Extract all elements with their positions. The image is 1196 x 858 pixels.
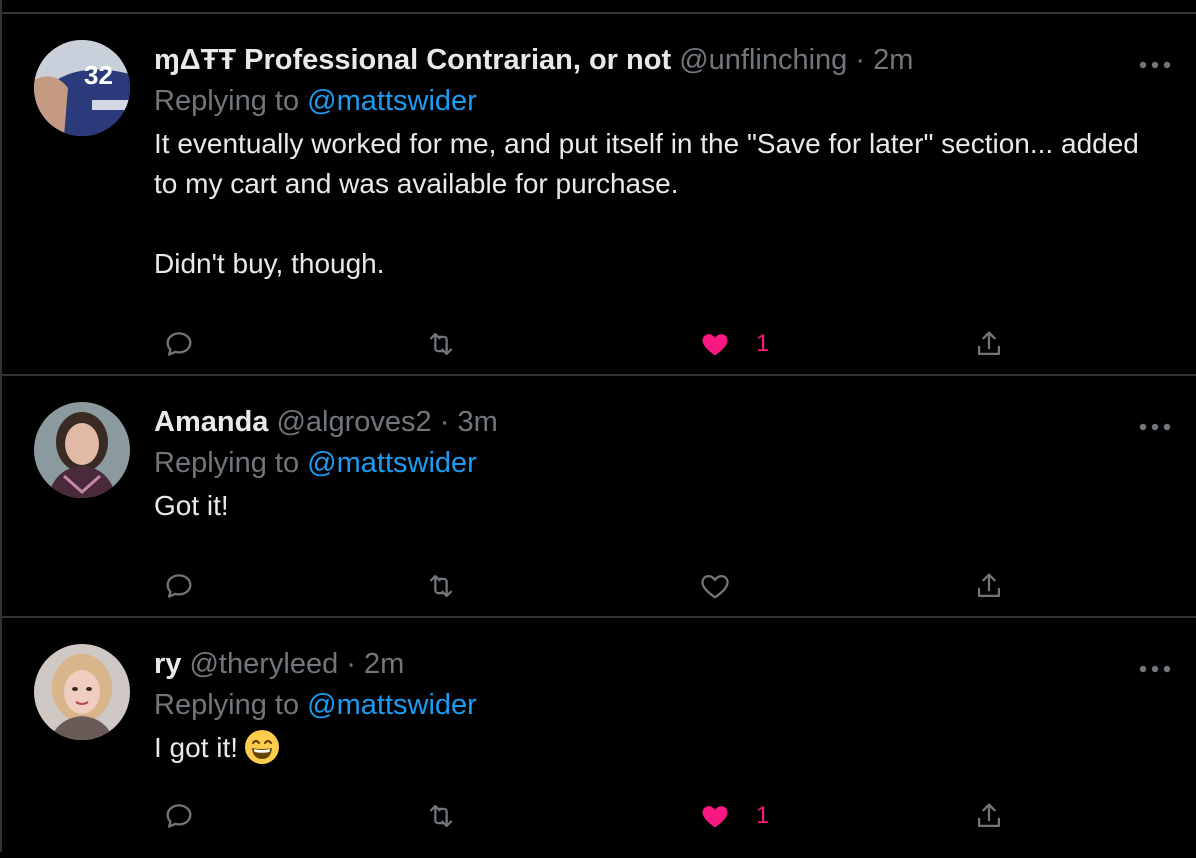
tweet-text: It eventually worked for me, and put its… — [154, 128, 1139, 279]
share-icon — [977, 803, 1001, 828]
share-button[interactable] — [972, 796, 1006, 836]
tweet[interactable]: Amanda @algroves2 · 3m Replying to @matt… — [2, 376, 1196, 618]
like-button[interactable]: 1 — [698, 324, 769, 364]
share-icon — [977, 573, 1001, 598]
separator: · — [346, 648, 356, 680]
like-count: 1 — [756, 330, 770, 357]
replying-to-label: Replying to — [154, 689, 300, 721]
reply-button[interactable] — [162, 566, 196, 606]
reply-button[interactable] — [162, 324, 196, 364]
reply-icon — [166, 574, 192, 598]
tweet-header: Amanda @algroves2 · 3m — [154, 402, 1156, 442]
timestamp[interactable]: 2m — [364, 648, 404, 680]
user-handle[interactable]: @algroves2 — [276, 406, 431, 438]
avatar[interactable]: 32 — [34, 40, 130, 136]
replying-to: Replying to @mattswider — [154, 442, 1156, 484]
like-count: 1 — [756, 802, 770, 829]
tweet-content: ɱΔŦŦ Professional Contrarian, or not @un… — [154, 40, 1156, 284]
separator: · — [439, 406, 450, 438]
display-name[interactable]: Amanda — [154, 406, 268, 438]
avatar[interactable] — [34, 644, 130, 740]
share-icon — [977, 331, 1001, 356]
reply-button[interactable] — [162, 796, 196, 836]
like-button[interactable]: 1 — [698, 796, 769, 836]
tweet-actions: 1 — [154, 796, 1054, 836]
tweet-text: Got it! — [154, 490, 229, 521]
reply-icon — [166, 804, 192, 828]
top-divider — [2, 0, 1196, 14]
reply-timeline: 32 ɱΔŦŦ Professional Contrarian, or not … — [0, 0, 1196, 852]
retweet-button[interactable] — [424, 796, 458, 836]
tweet-actions — [154, 566, 1054, 606]
replying-to: Replying to @mattswider — [154, 80, 1156, 122]
user-handle[interactable]: @unflinching — [679, 44, 847, 76]
tweet-text: I got it! — [154, 728, 1156, 768]
retweet-button[interactable] — [424, 566, 458, 606]
replying-to-label: Replying to — [154, 447, 300, 479]
tweet-actions: 1 — [154, 324, 1054, 364]
retweet-button[interactable] — [424, 324, 458, 364]
tweet[interactable]: ry @theryleed · 2m Replying to @mattswid… — [2, 618, 1196, 858]
tweet-content: ry @theryleed · 2m Replying to @mattswid… — [154, 644, 1156, 768]
mention-link[interactable]: @mattswider — [307, 447, 477, 479]
timestamp[interactable]: 2m — [873, 44, 913, 76]
avatar[interactable] — [34, 402, 130, 498]
heart-outline-icon — [701, 574, 729, 599]
heart-filled-icon — [702, 806, 728, 828]
display-name[interactable]: ɱΔŦŦ Professional Contrarian, or not — [154, 44, 671, 76]
tweet-text-body: I got it! — [154, 732, 239, 763]
retweet-icon — [429, 804, 453, 828]
tweet-header: ɱΔŦŦ Professional Contrarian, or not @un… — [154, 40, 1156, 80]
separator: · — [855, 44, 866, 76]
share-button[interactable] — [972, 566, 1006, 606]
replying-to: Replying to @mattswider — [154, 684, 1156, 726]
timestamp[interactable]: 3m — [457, 406, 497, 438]
tweet[interactable]: 32 ɱΔŦŦ Professional Contrarian, or not … — [2, 14, 1196, 376]
heart-filled-icon — [702, 334, 728, 356]
more-icon[interactable] — [1138, 422, 1172, 432]
mention-link[interactable]: @mattswider — [307, 689, 477, 721]
grinning-face-emoji — [245, 730, 280, 764]
like-button[interactable] — [698, 566, 756, 606]
retweet-icon — [429, 574, 453, 598]
replying-to-label: Replying to — [154, 85, 300, 117]
mention-link[interactable]: @mattswider — [307, 85, 477, 117]
tweet-header: ry @theryleed · 2m — [154, 644, 1156, 684]
svg-text:32: 32 — [84, 60, 113, 90]
user-handle[interactable]: @theryleed — [189, 648, 338, 680]
retweet-icon — [429, 332, 453, 356]
tweet-content: Amanda @algroves2 · 3m Replying to @matt… — [154, 402, 1156, 526]
more-icon[interactable] — [1138, 664, 1172, 674]
display-name[interactable]: ry — [154, 648, 181, 680]
share-button[interactable] — [972, 324, 1006, 364]
more-icon[interactable] — [1138, 60, 1172, 70]
reply-icon — [166, 332, 192, 356]
